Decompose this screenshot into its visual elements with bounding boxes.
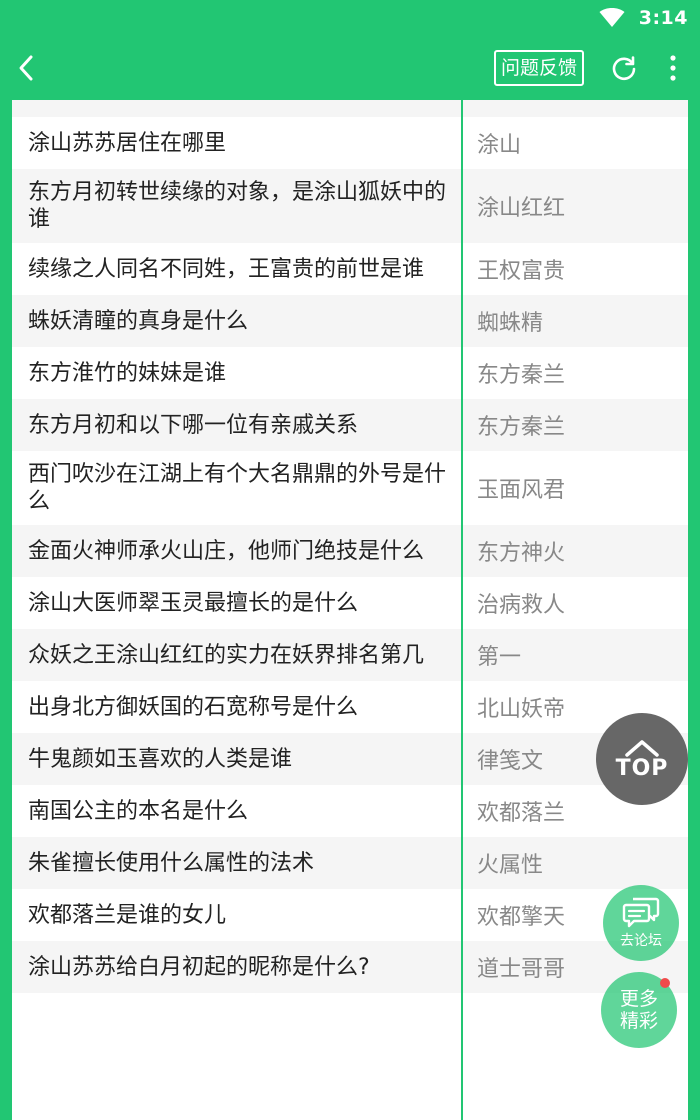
qa-answer: 治病救人 — [477, 593, 566, 618]
forum-label: 去论坛 — [620, 933, 662, 949]
qa-question: 朱雀擅长使用什么属性的法术 — [28, 850, 315, 876]
qa-question: 涂山苏苏给白月初起的昵称是什么? — [28, 954, 370, 980]
scroll-top-label: TOP — [615, 755, 669, 781]
qa-answer: 火属性 — [477, 853, 544, 878]
qa-row[interactable]: 东方月初和以下哪一位有亲戚关系 东方秦兰 — [12, 399, 688, 451]
chevron-left-icon — [19, 55, 33, 81]
qa-question: 涂山大医师翠玉灵最擅长的是什么 — [28, 590, 359, 616]
feedback-button[interactable]: 问题反馈 — [493, 50, 584, 86]
qa-row[interactable]: 朱雀擅长使用什么属性的法术 火属性 — [12, 837, 688, 889]
back-button[interactable] — [0, 36, 52, 100]
qa-row[interactable]: 欢都落兰是谁的女儿 欢都擎天 — [12, 889, 688, 941]
qa-answer: 东方秦兰 — [477, 363, 566, 388]
qa-row[interactable]: 西门吹沙在江湖上有个大名鼎鼎的外号是什么 玉面风君 — [12, 451, 688, 525]
qa-answer: 东方秦兰 — [477, 415, 566, 440]
qa-question: 续缘之人同名不同姓，王富贵的前世是谁 — [28, 256, 425, 282]
qa-answer: 涂山红红 — [477, 196, 566, 221]
qa-answer: 玉面风君 — [477, 478, 566, 503]
scroll-top-button[interactable]: TOP — [596, 713, 688, 805]
wifi-icon — [599, 8, 625, 27]
toolbar: 问题反馈 — [0, 36, 700, 100]
chat-bubbles-icon — [622, 897, 660, 928]
column-divider — [461, 100, 463, 1120]
qa-question: 金面火神师承火山庄，他师门绝技是什么 — [28, 538, 425, 564]
qa-question: 众妖之王涂山红红的实力在妖界排名第几 — [28, 642, 425, 668]
notification-dot — [660, 978, 670, 988]
qa-question: 牛鬼颜如玉喜欢的人类是谁 — [28, 746, 293, 772]
qa-question: 东方月初转世续缘的对象，是涂山狐妖中的谁 — [28, 180, 447, 232]
qa-list[interactable]: 涂山苏苏居住在哪里 涂山东方月初转世续缘的对象，是涂山狐妖中的谁 涂山红红续缘之人同… — [12, 100, 688, 1120]
more-highlights-line1: 更多 — [619, 988, 658, 1010]
qa-answer: 东方神火 — [477, 541, 566, 566]
list-top-strip — [12, 100, 688, 117]
qa-row[interactable]: 蛛妖清瞳的真身是什么 蜘蛛精 — [12, 295, 688, 347]
refresh-icon — [612, 56, 636, 81]
qa-rows: 涂山苏苏居住在哪里 涂山东方月初转世续缘的对象，是涂山狐妖中的谁 涂山红红续缘之人同… — [12, 117, 688, 993]
more-highlights-line2: 精彩 — [619, 1010, 658, 1032]
chevron-up-icon — [625, 739, 659, 757]
qa-question: 西门吹沙在江湖上有个大名鼎鼎的外号是什么 — [28, 462, 447, 514]
qa-row[interactable]: 牛鬼颜如玉喜欢的人类是谁 律笺文 — [12, 733, 688, 785]
qa-row[interactable]: 出身北方御妖国的石宽称号是什么 北山妖帝 — [12, 681, 688, 733]
forum-button[interactable]: 去论坛 — [603, 885, 679, 961]
qa-question: 东方淮竹的妹妹是谁 — [28, 360, 227, 386]
status-bar: 3:14 — [0, 0, 700, 36]
qa-row[interactable]: 众妖之王涂山红红的实力在妖界排名第几 第一 — [12, 629, 688, 681]
qa-answer: 蜘蛛精 — [477, 311, 544, 336]
qa-row[interactable]: 南国公主的本名是什么 欢都落兰 — [12, 785, 688, 837]
qa-question: 东方月初和以下哪一位有亲戚关系 — [28, 412, 359, 438]
more-vertical-icon — [670, 55, 676, 81]
qa-row[interactable]: 金面火神师承火山庄，他师门绝技是什么 东方神火 — [12, 525, 688, 577]
qa-question: 蛛妖清瞳的真身是什么 — [28, 308, 249, 334]
qa-question: 欢都落兰是谁的女儿 — [28, 902, 227, 928]
qa-question: 南国公主的本名是什么 — [28, 798, 249, 824]
qa-row[interactable]: 续缘之人同名不同姓，王富贵的前世是谁 王权富贵 — [12, 243, 688, 295]
qa-question: 出身北方御妖国的石宽称号是什么 — [28, 694, 359, 720]
qa-question: 涂山苏苏居住在哪里 — [28, 130, 227, 156]
app-screen: 3:14 问题反馈 涂山苏苏居住在哪里 涂山 东方月初转世续缘的对象，是涂山狐妖… — [0, 0, 700, 1120]
qa-row[interactable]: 涂山大医师翠玉灵最擅长的是什么 治病救人 — [12, 577, 688, 629]
qa-row[interactable]: 涂山苏苏给白月初起的昵称是什么? 道士哥哥 — [12, 941, 688, 993]
qa-answer: 王权富贵 — [477, 259, 566, 284]
qa-answer: 涂山 — [477, 133, 522, 158]
refresh-button[interactable] — [604, 36, 644, 100]
qa-row[interactable]: 东方月初转世续缘的对象，是涂山狐妖中的谁 涂山红红 — [12, 169, 688, 243]
qa-answer: 第一 — [477, 645, 522, 670]
more-options-button[interactable] — [658, 36, 688, 100]
status-time: 3:14 — [638, 7, 688, 29]
qa-row[interactable]: 东方淮竹的妹妹是谁 东方秦兰 — [12, 347, 688, 399]
qa-row[interactable]: 涂山苏苏居住在哪里 涂山 — [12, 117, 688, 169]
